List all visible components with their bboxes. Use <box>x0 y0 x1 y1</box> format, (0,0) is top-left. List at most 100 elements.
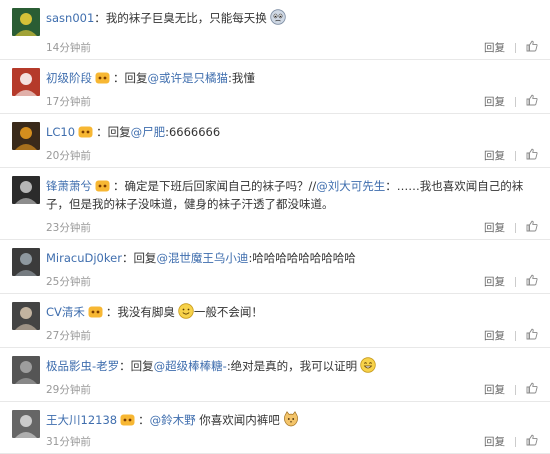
comment-item: 初级阶段 ：回复@或许是只橘猫:我懂 17分钟前 回复 <box>0 60 550 114</box>
avatar-image <box>15 127 37 150</box>
action-divider <box>515 276 516 287</box>
member-badge-icon <box>78 126 93 138</box>
comment-separator: ： <box>105 305 118 319</box>
timestamp: 29分钟前 <box>46 384 91 396</box>
like-button[interactable] <box>526 220 538 235</box>
mention-link[interactable]: @刘大可先生 <box>316 179 385 193</box>
username-link[interactable]: 初级阶段 <box>46 71 92 85</box>
timestamp: 17分钟前 <box>46 96 91 108</box>
comment-text: 回复 <box>107 125 131 139</box>
avatar[interactable] <box>12 176 40 204</box>
comment-separator: ： <box>113 179 125 193</box>
comment-separator: ： <box>96 125 108 139</box>
like-button[interactable] <box>526 382 538 397</box>
cat-face-icon <box>283 411 298 427</box>
timestamp: 31分钟前 <box>46 436 91 448</box>
mention-link[interactable]: @超级棒棒糖- <box>154 359 227 373</box>
username-link[interactable]: LC10 <box>46 125 75 139</box>
avatar-image <box>15 253 37 276</box>
comment-item: LC10 ：回复@尸肥:6666666 20分钟前 回复 <box>0 114 550 168</box>
thumbs-up-icon <box>526 220 538 232</box>
comment-item: sasn001：我的袜子巨臭无比，只能每天换 14分钟前 回复 <box>0 0 550 60</box>
reply-button[interactable]: 回复 <box>484 382 505 397</box>
comment-actions: 回复 <box>484 328 538 343</box>
username-link[interactable]: 锋萧萧兮 <box>46 179 92 193</box>
comment-text: :绝对是真的，我可以证明 <box>226 359 358 373</box>
reply-button[interactable]: 回复 <box>484 274 505 289</box>
username-link[interactable]: sasn001 <box>46 11 94 25</box>
comment-item: 王大川12138 ：@鈴木野 你喜欢闻内裤吧 31分钟前 回复 <box>0 402 550 454</box>
reply-button[interactable]: 回复 <box>484 148 505 163</box>
comment-text: 回复 <box>124 71 148 85</box>
smile-face-icon <box>178 303 194 319</box>
comment-text: :我懂 <box>228 71 255 85</box>
comment-item: 锋萧萧兮 ：确定是下班后回家闻自己的袜子吗？//@刘大可先生：……我也喜欢闻自己的… <box>0 168 550 240</box>
mention-link[interactable]: @鈴木野 <box>150 413 196 427</box>
comment-body: LC10 ：回复@尸肥:6666666 <box>46 123 538 141</box>
action-divider <box>515 330 516 341</box>
member-badge-icon <box>95 180 110 192</box>
member-badge-icon <box>88 306 103 318</box>
comment-text: 确定是下班后回家闻自己的袜子吗？// <box>124 179 317 193</box>
avatar[interactable] <box>12 122 40 150</box>
comment-actions: 回复 <box>484 220 538 235</box>
action-divider <box>515 150 516 161</box>
mention-link[interactable]: @或许是只橘猫 <box>148 71 229 85</box>
comment-actions: 回复 <box>484 40 538 55</box>
reply-button[interactable]: 回复 <box>484 434 505 449</box>
reply-button[interactable]: 回复 <box>484 40 505 55</box>
timestamp: 20分钟前 <box>46 150 91 162</box>
thumbs-up-icon <box>526 434 538 446</box>
reply-button[interactable]: 回复 <box>484 328 505 343</box>
like-button[interactable] <box>526 274 538 289</box>
mention-link[interactable]: @尸肥 <box>131 125 166 139</box>
username-link[interactable]: 王大川12138 <box>46 413 117 427</box>
like-button[interactable] <box>526 94 538 109</box>
comment-body: CV清禾 ：我没有脚臭 一般不会闻！ <box>46 303 538 321</box>
thumbs-up-icon <box>526 40 538 52</box>
thumbs-up-icon <box>526 328 538 340</box>
comment-separator: ： <box>113 71 125 85</box>
avatar[interactable] <box>12 248 40 276</box>
timestamp: 27分钟前 <box>46 330 91 342</box>
comment-actions: 回复 <box>484 94 538 109</box>
thumbs-up-icon <box>526 148 538 160</box>
comment-separator: ： <box>138 413 150 427</box>
reply-button[interactable]: 回复 <box>484 94 505 109</box>
comment-separator: ： <box>94 11 106 25</box>
action-divider <box>515 384 516 395</box>
comment-body: 锋萧萧兮 ：确定是下班后回家闻自己的袜子吗？//@刘大可先生：……我也喜欢闻自己的… <box>46 177 538 213</box>
like-button[interactable] <box>526 434 538 449</box>
like-button[interactable] <box>526 148 538 163</box>
reply-button[interactable]: 回复 <box>484 220 505 235</box>
username-link[interactable]: CV清禾 <box>46 305 85 319</box>
avatar[interactable] <box>12 68 40 96</box>
action-divider <box>515 42 516 53</box>
timestamp: 25分钟前 <box>46 276 91 288</box>
comment-item: MiracuDj0ker：回复@混世魔王乌小迪:哈哈哈哈哈哈哈哈哈 25分钟前 回复 <box>0 240 550 294</box>
sad-face-icon <box>270 9 286 25</box>
avatar[interactable] <box>12 356 40 384</box>
avatar[interactable] <box>12 410 40 438</box>
comment-item: CV清禾 ：我没有脚臭 一般不会闻！ 27分钟前 回复 <box>0 294 550 348</box>
like-button[interactable] <box>526 328 538 343</box>
member-badge-icon <box>95 72 110 84</box>
avatar-image <box>15 73 37 96</box>
comment-text: :6666666 <box>165 125 221 139</box>
comment-text: 我的袜子巨臭无比，只能每天换 <box>105 11 267 25</box>
username-link[interactable]: MiracuDj0ker <box>46 251 122 265</box>
timestamp: 23分钟前 <box>46 222 91 234</box>
username-link[interactable]: 极品影虫-老罗 <box>46 359 119 373</box>
comment-text: :哈哈哈哈哈哈哈哈哈 <box>248 251 356 265</box>
comment-text: 我没有脚臭 <box>117 305 175 319</box>
comment-text: 回复 <box>133 251 157 265</box>
comment-body: MiracuDj0ker：回复@混世魔王乌小迪:哈哈哈哈哈哈哈哈哈 <box>46 249 538 267</box>
comment-body: sasn001：我的袜子巨臭无比，只能每天换 <box>46 9 538 27</box>
avatar[interactable] <box>12 302 40 330</box>
comment-actions: 回复 <box>484 382 538 397</box>
avatar[interactable] <box>12 8 40 36</box>
action-divider <box>515 436 516 447</box>
like-button[interactable] <box>526 40 538 55</box>
mention-link[interactable]: @混世魔王乌小迪 <box>156 251 248 265</box>
action-divider <box>515 222 516 233</box>
